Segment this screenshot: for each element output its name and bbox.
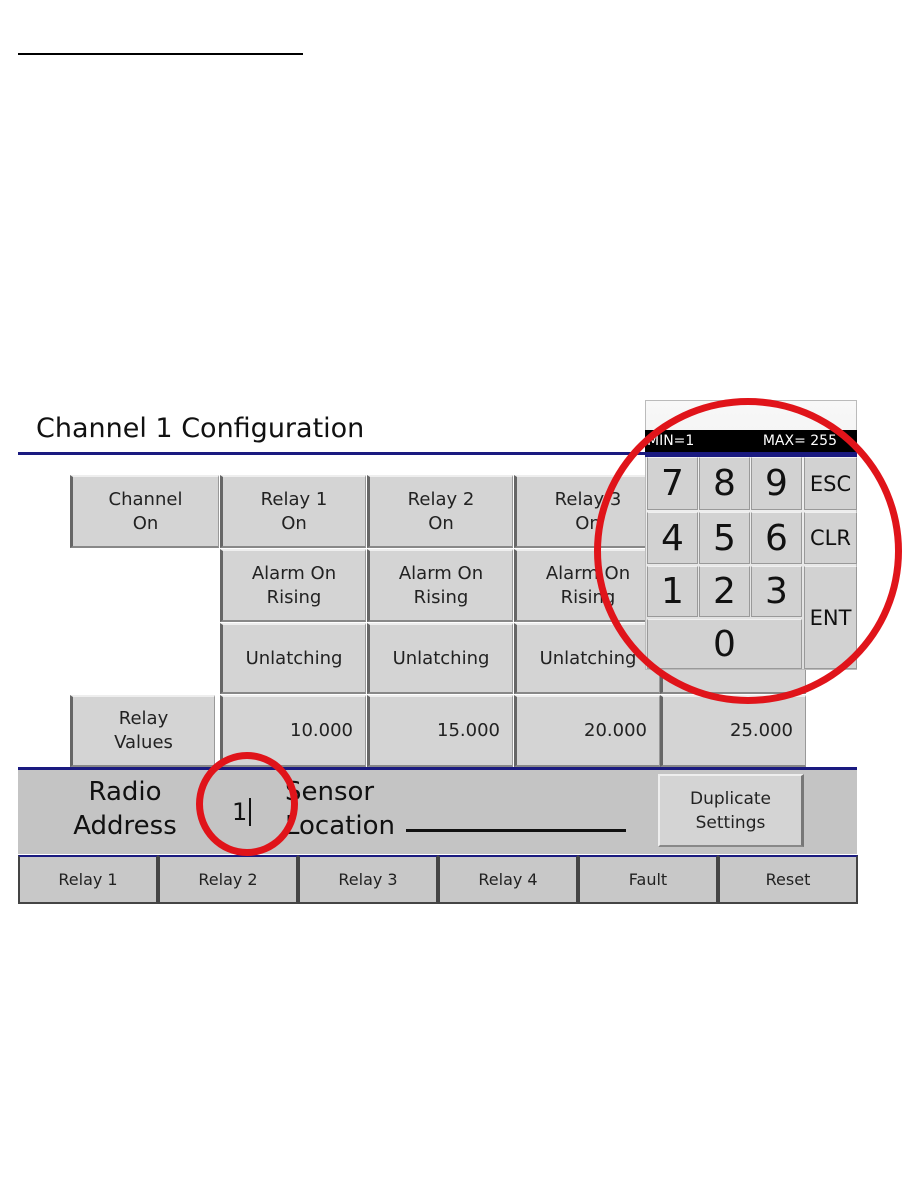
key-6[interactable]: 6 [751,512,802,564]
key-1[interactable]: 1 [647,566,698,617]
relay-3-value-button[interactable]: 20.000 [514,695,660,767]
key-4[interactable]: 4 [647,512,698,564]
relay-1-state-button[interactable]: Relay 1 On [220,475,366,548]
relay-2-value-button[interactable]: 15.000 [367,695,513,767]
relay-2-alarm-button[interactable]: Alarm On Rising [367,549,513,622]
sensor-location-label: Sensor Location [285,777,395,841]
relay-3-latch-button[interactable]: Unlatching [514,623,660,694]
key-9[interactable]: 9 [751,457,802,510]
relay-3-alarm-button[interactable]: Alarm On Rising [514,549,660,622]
clr-key[interactable]: CLR [804,512,857,564]
relay-values-button[interactable]: Relay Values [70,695,215,767]
duplicate-settings-button[interactable]: Duplicate Settings [658,774,804,847]
sensor-location-input[interactable] [406,829,626,832]
radio-address-input[interactable]: 1​ [232,795,252,829]
channel-on-button[interactable]: Channel On [70,475,219,548]
relay-2-state-button[interactable]: Relay 2 On [367,475,513,548]
radio-address-label: Radio Address [73,777,177,841]
max-label: MAX= 255 [762,433,837,449]
key-8[interactable]: 8 [699,457,750,510]
page-title: Channel 1 Configuration [36,413,365,444]
ent-key[interactable]: ENT [804,566,857,669]
relay-3-state-button[interactable]: Relay 3 On [514,475,660,548]
relay-4-value-button[interactable]: 25.000 [660,695,806,767]
footer-relay-3-button[interactable]: Relay 3 [298,855,438,904]
relay-2-latch-button[interactable]: Unlatching [367,623,513,694]
footer-relay-1-button[interactable]: Relay 1 [18,855,158,904]
header-rule [18,53,303,55]
text-cursor: ​ [249,798,252,826]
relay-1-alarm-button[interactable]: Alarm On Rising [220,549,366,622]
relay-1-latch-button[interactable]: Unlatching [220,623,366,694]
radio-address-value: 1 [232,798,248,826]
esc-key[interactable]: ESC [804,457,857,510]
key-2[interactable]: 2 [699,566,750,617]
key-5[interactable]: 5 [699,512,750,564]
min-label: MIN=1 [647,433,695,449]
key-3[interactable]: 3 [751,566,802,617]
footer-fault-button[interactable]: Fault [578,855,718,904]
key-7[interactable]: 7 [647,457,698,510]
relay-1-value-button[interactable]: 10.000 [220,695,366,767]
keypad-range-header: MIN=1 MAX= 255 [645,430,857,452]
footer-reset-button[interactable]: Reset [718,855,858,904]
footer-relay-2-button[interactable]: Relay 2 [158,855,298,904]
key-0[interactable]: 0 [647,619,802,669]
footer-relay-4-button[interactable]: Relay 4 [438,855,578,904]
